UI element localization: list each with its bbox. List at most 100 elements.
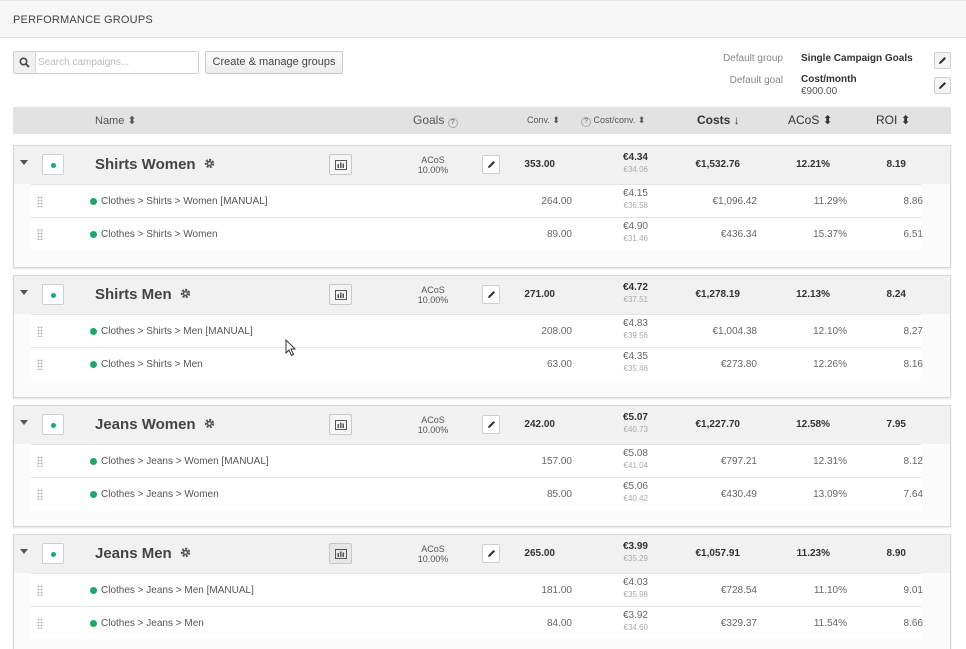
cost-conv-sub: €35.29	[623, 554, 648, 563]
gear-icon[interactable]	[180, 547, 191, 558]
default-goal-amount: €900.00	[801, 86, 838, 97]
cost-conv-value: €5.07	[622, 412, 648, 423]
campaign-name[interactable]: Clothes > Jeans > Men [MANUAL]	[101, 585, 254, 596]
cost-conv-sub: €40.73	[623, 425, 648, 434]
campaign-name[interactable]: Clothes > Shirts > Women	[101, 229, 218, 240]
chart-button[interactable]	[329, 414, 352, 435]
campaign-row[interactable]: Clothes > Jeans > Men [MANUAL] 181.00 €4…	[31, 573, 923, 606]
campaign-acos: 12.10%	[813, 326, 847, 337]
group-name[interactable]: Jeans Women	[95, 416, 196, 433]
drag-handle-icon[interactable]	[37, 229, 43, 240]
caret-down-icon[interactable]	[20, 549, 28, 554]
help-icon[interactable]: ?	[447, 118, 458, 128]
campaign-cost-conv: €3.92 €34.60	[598, 610, 648, 634]
cost-conv-sub: €40.42	[623, 494, 648, 503]
campaign-costs: €430.49	[720, 489, 757, 500]
group-acos: 12.21%	[796, 159, 830, 170]
drag-handle-icon[interactable]	[37, 618, 43, 629]
column-cost-conv-label: Cost/conv. ⬍	[593, 115, 646, 125]
edit-default-group-button[interactable]	[934, 52, 951, 69]
cost-conv-value: €4.35	[622, 351, 648, 362]
create-manage-groups-button[interactable]: Create & manage groups	[205, 51, 343, 74]
search-icon[interactable]	[14, 52, 36, 73]
column-costs[interactable]: Costs ↓	[697, 113, 740, 127]
campaign-row[interactable]: Clothes > Jeans > Women 85.00 €5.06 €40.4…	[31, 477, 923, 510]
caret-down-icon[interactable]	[20, 160, 28, 165]
campaign-name[interactable]: Clothes > Jeans > Women	[101, 489, 219, 500]
drag-handle-icon[interactable]	[37, 196, 43, 207]
chart-button[interactable]	[329, 543, 352, 564]
column-conv[interactable]: Conv. ⬍	[527, 115, 560, 126]
campaign-name[interactable]: Clothes > Shirts > Men [MANUAL]	[101, 326, 253, 337]
cost-conv-value: €4.90	[622, 221, 648, 232]
gear-icon[interactable]	[180, 288, 191, 299]
chart-button[interactable]	[329, 284, 352, 305]
edit-goal-button[interactable]	[482, 285, 500, 304]
caret-down-icon[interactable]	[20, 290, 28, 295]
campaign-roi: 8.66	[903, 618, 923, 629]
edit-goal-button[interactable]	[482, 415, 500, 434]
campaign-conv: 63.00	[546, 359, 572, 370]
campaign-name[interactable]: Clothes > Jeans > Men	[101, 618, 204, 629]
column-name[interactable]: Name ⬍	[95, 114, 137, 127]
group-card-shirts-men: Shirts Men ACoS 10.00% 271.00 €4.72 €37.51…	[13, 275, 951, 398]
group-acos: 12.13%	[796, 289, 830, 300]
column-acos[interactable]: ACoS ⬍	[788, 113, 833, 127]
campaign-acos: 11.29%	[813, 196, 847, 207]
status-dot	[51, 163, 56, 168]
campaign-row[interactable]: Clothes > Shirts > Women [MANUAL] 264.00…	[31, 184, 923, 217]
column-goals[interactable]: Goals ?	[413, 113, 458, 128]
group-costs: €1,278.19	[695, 289, 741, 300]
group-toggle[interactable]	[42, 543, 64, 564]
status-dot	[90, 491, 97, 498]
drag-handle-icon[interactable]	[37, 585, 43, 596]
group-name[interactable]: Shirts Men	[95, 286, 172, 303]
drag-handle-icon[interactable]	[37, 489, 43, 500]
campaign-roi: 6.51	[903, 229, 923, 240]
campaign-row[interactable]: Clothes > Shirts > Men [MANUAL] 208.00 €…	[31, 314, 923, 347]
campaign-name[interactable]: Clothes > Shirts > Men	[101, 359, 203, 370]
goal-label: ACoS	[421, 285, 445, 295]
group-acos: 12.58%	[796, 419, 830, 430]
group-cost-conv: €4.34 €34.06	[598, 152, 648, 176]
campaign-costs: €797.21	[720, 456, 757, 467]
edit-goal-button[interactable]	[482, 544, 500, 563]
panel-header: PERFORMANCE GROUPS	[0, 0, 966, 38]
group-toggle[interactable]	[42, 414, 64, 435]
group-toggle[interactable]	[42, 154, 64, 175]
goal-value: 10.00%	[417, 554, 449, 564]
group-name[interactable]: Shirts Women	[95, 156, 196, 173]
goal-label: ACoS	[421, 155, 445, 165]
group-name[interactable]: Jeans Men	[95, 545, 172, 562]
goal-value: 10.00%	[417, 425, 449, 435]
campaign-row[interactable]: Clothes > Jeans > Women [MANUAL] 157.00 …	[31, 444, 923, 477]
help-icon[interactable]: ?	[581, 117, 591, 127]
search-box[interactable]	[13, 51, 199, 74]
campaign-name[interactable]: Clothes > Jeans > Women [MANUAL]	[101, 456, 269, 467]
edit-default-goal-button[interactable]	[934, 77, 951, 94]
gear-icon[interactable]	[204, 418, 215, 429]
campaign-row[interactable]: Clothes > Shirts > Men 63.00 €4.35 €35.46…	[31, 347, 923, 380]
group-conv: 242.00	[524, 419, 555, 430]
drag-handle-icon[interactable]	[37, 326, 43, 337]
chart-button[interactable]	[329, 154, 352, 175]
campaign-costs: €728.54	[720, 585, 757, 596]
group-conv: 265.00	[524, 548, 555, 559]
group-conv: 271.00	[524, 289, 555, 300]
drag-handle-icon[interactable]	[37, 456, 43, 467]
campaign-acos: 13.09%	[813, 489, 847, 500]
drag-handle-icon[interactable]	[37, 359, 43, 370]
column-cost-conv[interactable]: ? Cost/conv. ⬍	[581, 115, 645, 127]
edit-goal-button[interactable]	[482, 155, 500, 174]
campaign-row[interactable]: Clothes > Shirts > Women 89.00 €4.90 €31.…	[31, 217, 923, 250]
group-goal: ACoS 10.00%	[406, 544, 460, 564]
caret-down-icon[interactable]	[20, 420, 28, 425]
edit-icon	[488, 161, 495, 168]
group-toggle[interactable]	[42, 284, 64, 305]
status-dot	[90, 231, 97, 238]
campaign-name[interactable]: Clothes > Shirts > Women [MANUAL]	[101, 196, 268, 207]
campaign-row[interactable]: Clothes > Jeans > Men 84.00 €3.92 €34.60 …	[31, 606, 923, 639]
gear-icon[interactable]	[204, 158, 215, 169]
search-input[interactable]	[38, 54, 196, 71]
column-roi[interactable]: ROI ⬍	[876, 113, 911, 127]
